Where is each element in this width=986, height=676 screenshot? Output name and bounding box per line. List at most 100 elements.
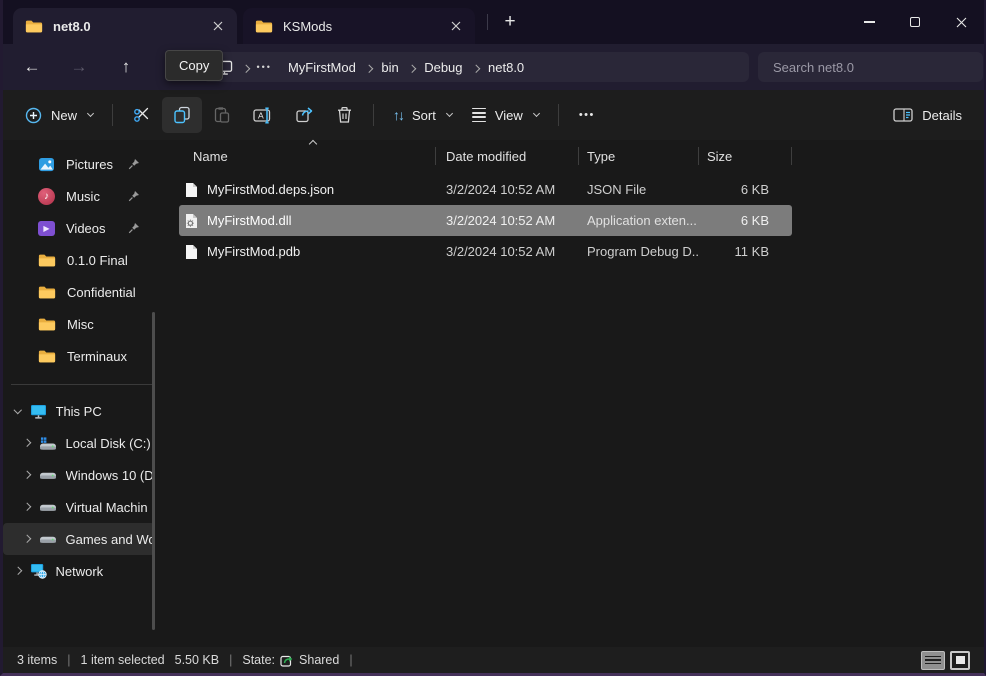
- chevron-right-icon[interactable]: [23, 471, 31, 479]
- large-icons-view-toggle[interactable]: [950, 651, 970, 670]
- folder-icon: [255, 19, 273, 34]
- file-row-dll-selected[interactable]: MyFirstMod.dll 3/2/2024 10:52 AM Applica…: [179, 205, 792, 236]
- chevron-right-icon[interactable]: [23, 439, 31, 447]
- view-button-label: View: [495, 108, 523, 123]
- sidebar-item-label: Terminaux: [67, 349, 127, 364]
- selection-count: 1 item selected: [81, 653, 165, 667]
- tab-close-icon[interactable]: [443, 13, 469, 39]
- sidebar-item-confidential[interactable]: Confidential: [3, 276, 163, 308]
- sidebar-item-label: Music: [66, 189, 100, 204]
- breadcrumb-net8.0[interactable]: net8.0: [479, 55, 533, 79]
- new-button[interactable]: New: [15, 97, 103, 133]
- sidebar-item-label: Network: [56, 564, 104, 579]
- sidebar-item-videos[interactable]: ▶ Videos: [3, 212, 163, 244]
- chevron-right-icon[interactable]: [23, 503, 31, 511]
- drive-icon: [39, 532, 57, 547]
- up-button[interactable]: ↑: [107, 51, 145, 83]
- sidebar-item-games-drive[interactable]: Games and Wo: [3, 523, 155, 555]
- sidebar-item-virtual-machines[interactable]: Virtual Machin: [3, 491, 163, 523]
- music-icon: ♪: [38, 188, 55, 205]
- breadcrumb-debug[interactable]: Debug: [415, 55, 471, 79]
- chevron-down-icon: [533, 110, 540, 117]
- chevron-right-icon[interactable]: [23, 535, 31, 543]
- breadcrumb-bin[interactable]: bin: [372, 55, 407, 79]
- copy-icon: [173, 106, 191, 124]
- minimize-button[interactable]: [846, 0, 892, 44]
- ellipsis-icon: •••: [579, 109, 595, 121]
- details-pane-button[interactable]: Details: [883, 97, 972, 133]
- sidebar-item-terminaux[interactable]: Terminaux: [3, 340, 163, 372]
- file-icon: [185, 244, 198, 260]
- cut-button[interactable]: [122, 97, 162, 133]
- sidebar-scrollbar[interactable]: [152, 312, 155, 630]
- os-drive-icon: [39, 436, 57, 451]
- sidebar-item-010-final[interactable]: 0.1.0 Final: [3, 244, 163, 276]
- maximize-button[interactable]: [892, 0, 938, 44]
- chevron-right-icon: [408, 65, 416, 73]
- sidebar-item-label: Confidential: [67, 285, 136, 300]
- search-input[interactable]: [758, 60, 983, 75]
- chevron-down-icon[interactable]: [14, 406, 22, 414]
- sidebar-item-label: Misc: [67, 317, 94, 332]
- paste-button[interactable]: [202, 97, 242, 133]
- close-button[interactable]: [938, 0, 984, 44]
- command-bar: New A ↑↓ Sort View: [3, 90, 984, 140]
- pin-icon: [128, 222, 140, 234]
- drive-icon: [39, 468, 57, 483]
- sidebar-item-label: Pictures: [66, 157, 113, 172]
- tab-close-icon[interactable]: [205, 13, 231, 39]
- status-bar: 3 items | 1 item selected 5.50 KB | Stat…: [3, 647, 984, 673]
- navigation-pane: Pictures ♪ Music ▶ Videos: [3, 140, 163, 647]
- details-view-toggle[interactable]: [921, 651, 945, 670]
- rename-button[interactable]: A: [242, 97, 284, 133]
- sort-button[interactable]: ↑↓ Sort: [383, 97, 462, 133]
- breadcrumb-ellipsis[interactable]: •••: [250, 55, 279, 79]
- toolbar-divider: [112, 104, 113, 126]
- tab-net8.0[interactable]: net8.0: [13, 8, 237, 44]
- file-row-pdb[interactable]: MyFirstMod.pdb 3/2/2024 10:52 AM Program…: [179, 236, 792, 267]
- shared-icon: [280, 654, 294, 667]
- sidebar-divider: [11, 384, 153, 385]
- address-bar[interactable]: ••• MyFirstMod bin Debug net8.0: [203, 52, 749, 82]
- more-options-button[interactable]: •••: [568, 97, 606, 133]
- maximize-icon: [910, 17, 920, 27]
- sidebar-item-local-disk-c[interactable]: Local Disk (C:): [3, 427, 163, 459]
- sidebar-item-label: Games and Wo: [66, 532, 156, 547]
- sidebar-item-pictures[interactable]: Pictures: [3, 148, 163, 180]
- sidebar-item-windows-10[interactable]: Windows 10 (D: [3, 459, 163, 491]
- sidebar-item-this-pc[interactable]: This PC: [3, 395, 163, 427]
- sidebar-item-music[interactable]: ♪ Music: [3, 180, 163, 212]
- search-box[interactable]: [758, 52, 983, 82]
- details-pane-label: Details: [922, 108, 962, 123]
- details-pane-icon: [893, 107, 913, 123]
- copy-button[interactable]: [162, 97, 202, 133]
- new-tab-button[interactable]: +: [496, 8, 524, 36]
- network-icon: [30, 563, 47, 579]
- item-count: 3 items: [17, 653, 57, 667]
- chevron-right-icon[interactable]: [14, 567, 22, 575]
- view-list-icon: [472, 108, 486, 123]
- delete-button[interactable]: [325, 97, 364, 133]
- column-header-size[interactable]: Size: [699, 142, 792, 170]
- folder-icon: [38, 349, 56, 364]
- sort-icon: ↑↓: [393, 107, 403, 123]
- breadcrumb-myfirstmod[interactable]: MyFirstMod: [279, 55, 365, 79]
- sidebar-item-misc[interactable]: Misc: [3, 308, 163, 340]
- view-button[interactable]: View: [462, 97, 549, 133]
- sidebar-item-label: Virtual Machin: [66, 500, 148, 515]
- sidebar-item-label: Windows 10 (D: [66, 468, 154, 483]
- file-size: 11 KB: [699, 244, 779, 259]
- tab-ksmods[interactable]: KSMods: [243, 8, 475, 44]
- share-button[interactable]: [284, 97, 325, 133]
- column-header-type[interactable]: Type: [579, 142, 699, 170]
- column-header-name[interactable]: Name: [179, 142, 436, 170]
- file-size: 6 KB: [699, 213, 779, 228]
- back-button[interactable]: ←: [13, 51, 51, 83]
- scissors-icon: [133, 106, 151, 124]
- pin-icon: [128, 158, 140, 170]
- sidebar-item-network[interactable]: Network: [3, 555, 163, 587]
- dll-file-icon: [185, 213, 198, 229]
- forward-button[interactable]: →: [60, 51, 98, 83]
- column-header-date-modified[interactable]: Date modified: [436, 142, 579, 170]
- file-row-deps-json[interactable]: MyFirstMod.deps.json 3/2/2024 10:52 AM J…: [179, 174, 792, 205]
